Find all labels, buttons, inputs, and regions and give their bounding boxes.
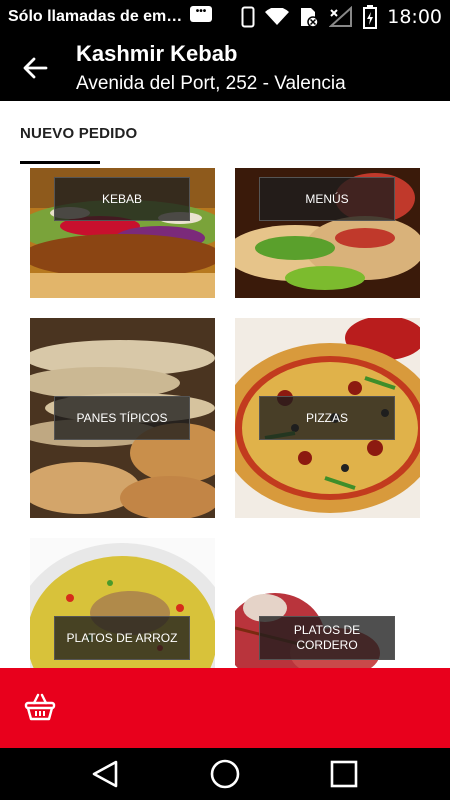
no-signal-icon [329,5,353,27]
recents-square-icon[interactable] [328,758,360,790]
battery-icon [363,4,378,29]
status-bar: Sólo llamadas de em… ••• 18:00 [0,0,450,33]
category-label: PIZZAS [259,396,395,440]
message-icon-dots: ••• [195,6,207,17]
arrow-back-icon[interactable] [20,53,50,83]
category-tile-pizzas[interactable]: PIZZAS [235,318,420,518]
sim-off-icon [301,7,319,28]
app-bar: Kashmir Kebab Avenida del Port, 252 - Va… [0,33,450,101]
home-circle-icon[interactable] [209,758,241,790]
category-tile-kebab[interactable]: KEBAB [30,168,215,298]
category-label: PANES TÍPICOS [54,396,190,440]
cart-bar [0,668,450,748]
wifi-icon [265,7,290,25]
back-triangle-icon[interactable] [90,758,122,790]
clock: 18:00 [387,5,442,28]
category-label: PLATOS DE CORDERO [259,616,395,660]
notification-text: Sólo llamadas de em… [8,7,183,25]
navigation-bar [0,748,450,800]
tab-nuevo-pedido[interactable]: NUEVO PEDIDO [20,125,137,142]
category-tile-platos-de-arroz[interactable]: PLATOS DE ARROZ [30,538,215,668]
category-grid: KEBAB MENÚS PANES TÍPICOS PIZZAS PLATOS … [0,164,450,668]
category-label: PLATOS DE ARROZ [54,616,190,660]
page-subtitle: Avenida del Port, 252 - Valencia [76,73,346,94]
status-icons: 18:00 [241,0,442,33]
basket-icon[interactable] [24,692,56,722]
screen: Sólo llamadas de em… ••• 18:00 Kashmir K… [0,0,450,800]
phone-outline-icon [241,6,255,27]
message-icon: ••• [190,6,212,22]
category-label: KEBAB [54,177,190,221]
category-tile-platos-de-cordero[interactable]: PLATOS DE CORDERO [235,538,420,668]
category-tile-panes-tipicos[interactable]: PANES TÍPICOS [30,318,215,518]
category-tile-menus[interactable]: MENÚS [235,168,420,298]
page-title: Kashmir Kebab [76,41,238,66]
category-label: MENÚS [259,177,395,221]
